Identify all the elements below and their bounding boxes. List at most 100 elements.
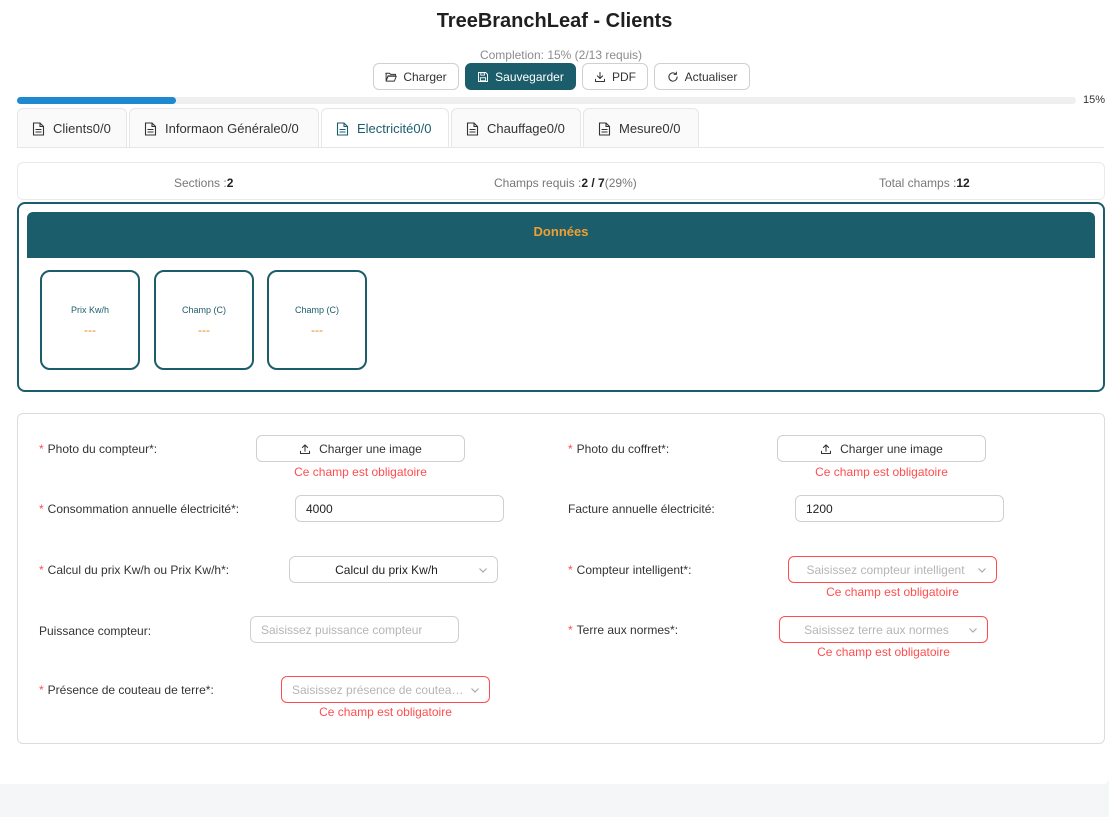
progress-percent: 15% (1083, 94, 1106, 106)
chevron-down-icon (969, 628, 977, 633)
required-mark: * (39, 442, 44, 456)
card-value: --- (311, 323, 323, 337)
stat-total: Total champs :12 (879, 176, 970, 190)
page-title: TreeBranchLeaf - Clients (436, 10, 673, 32)
tabs-divider (17, 147, 1104, 148)
save-button[interactable]: Sauvegarder (465, 63, 576, 90)
stat-sections-value: 2 (226, 176, 234, 190)
required-mark: * (568, 623, 573, 637)
couteau-error: Ce champ est obligatoire (319, 705, 452, 719)
form-section: * Photo du compteur*: Charger une image C… (17, 413, 1105, 744)
data-card-champ: Champ (C) --- (267, 270, 367, 370)
required-mark: * (568, 442, 573, 456)
compteur-intelligent-label-text: Compteur intelligent*: (576, 563, 692, 577)
chevron-down-icon (479, 568, 487, 573)
stat-sections-label: Sections : (174, 176, 227, 190)
chevron-down-icon (978, 568, 986, 573)
data-section: Données Prix Kw/h --- Champ (C) --- Cham… (17, 202, 1105, 392)
tab-label: Informaon Générale0/0 (165, 121, 299, 136)
required-mark: * (39, 502, 44, 516)
progress-fill (17, 97, 176, 104)
photo-coffret-label: * Photo du coffret*: (568, 442, 669, 456)
conso-input[interactable]: 4000 (295, 495, 504, 522)
terre-error: Ce champ est obligatoire (817, 645, 950, 659)
tab-bar: Clients0/0 Informaon Générale0/0 Electri… (17, 108, 699, 148)
tab-clients[interactable]: Clients0/0 (17, 108, 127, 148)
stat-required-percent: (29%) (604, 176, 637, 190)
compteur-intelligent-placeholder: Saisissez compteur intelligent (806, 562, 965, 577)
terre-label: * Terre aux normes*: (568, 623, 678, 637)
stat-required-value: 2 / 7 (581, 176, 605, 190)
card-label: Champ (C) (181, 305, 226, 315)
data-card-champ: Champ (C) --- (154, 270, 254, 370)
card-label: Prix Kw/h (70, 305, 109, 315)
upload-icon (821, 443, 832, 454)
conso-label: * Consommation annuelle électricité*: (39, 502, 239, 516)
facture-value: 1200 (806, 501, 833, 516)
couteau-placeholder: Saisissez présence de couteau de terre (292, 682, 465, 697)
photo-coffret-error: Ce champ est obligatoire (815, 465, 948, 479)
refresh-button-label: Actualiser (684, 69, 738, 84)
tab-mesure[interactable]: Mesure0/0 (583, 108, 699, 148)
pdf-button[interactable]: PDF (582, 63, 648, 90)
save-icon (478, 71, 489, 82)
file-icon (144, 121, 157, 136)
required-mark: * (39, 683, 44, 697)
compteur-intelligent-select[interactable]: Saisissez compteur intelligent (788, 556, 997, 583)
couteau-label-text: Présence de couteau de terre*: (47, 683, 214, 697)
data-card-prix: Prix Kw/h --- (40, 270, 140, 370)
couteau-label: * Présence de couteau de terre*: (39, 683, 214, 697)
stat-total-label: Total champs : (879, 176, 957, 190)
required-mark: * (39, 563, 44, 577)
photo-coffret-upload-button[interactable]: Charger une image (777, 435, 986, 462)
required-mark: * (568, 563, 573, 577)
terre-select[interactable]: Saisissez terre aux normes (779, 616, 988, 643)
upload-icon (300, 443, 311, 454)
file-icon (466, 121, 479, 136)
calcul-select[interactable]: Calcul du prix Kw/h (289, 556, 498, 583)
stat-sections: Sections :2 (174, 176, 233, 190)
page-container: TreeBranchLeaf - Clients Completion: 15%… (0, 0, 1109, 784)
tab-chauffage[interactable]: Chauffage0/0 (451, 108, 581, 148)
stat-total-value: 12 (956, 176, 970, 190)
load-button[interactable]: Charger (373, 63, 459, 90)
puissance-input[interactable]: Saisissez puissance compteur (250, 616, 459, 643)
conso-label-text: Consommation annuelle électricité*: (47, 502, 240, 516)
tab-label: Mesure0/0 (619, 121, 681, 136)
save-button-label: Sauvegarder (495, 69, 564, 84)
reload-icon (668, 71, 678, 82)
facture-input[interactable]: 1200 (795, 495, 1004, 522)
terre-label-text: Terre aux normes*: (576, 623, 679, 637)
tab-label: Clients0/0 (53, 121, 111, 136)
puissance-placeholder: Saisissez puissance compteur (261, 622, 423, 637)
tab-label: Chauffage0/0 (487, 121, 565, 136)
tab-electricite[interactable]: Electricité0/0 (321, 108, 449, 148)
photo-compteur-upload-button[interactable]: Charger une image (256, 435, 465, 462)
stat-required-label: Champs requis : (494, 176, 582, 190)
couteau-select[interactable]: Saisissez présence de couteau de terre (281, 676, 490, 703)
chevron-down-icon (471, 688, 479, 693)
data-section-title: Données (27, 212, 1095, 258)
card-label: Champ (C) (294, 305, 339, 315)
compteur-intelligent-label: * Compteur intelligent*: (568, 563, 691, 577)
photo-compteur-label: * Photo du compteur*: (39, 442, 157, 456)
completion-text: Completion: 15% (2/13 requis) (479, 48, 643, 62)
tab-information-generale[interactable]: Informaon Générale0/0 (129, 108, 319, 148)
stat-required: Champs requis :2 / 7(29%) (494, 176, 637, 190)
facture-label: Facture annuelle électricité: (568, 502, 715, 516)
load-button-label: Charger (403, 69, 447, 84)
refresh-button[interactable]: Actualiser (654, 63, 750, 90)
calcul-label: * Calcul du prix Kw/h ou Prix Kw/h*: (39, 563, 229, 577)
pdf-button-label: PDF (612, 69, 636, 84)
photo-compteur-label-text: Photo du compteur*: (47, 442, 158, 456)
photo-coffret-label-text: Photo du coffret*: (576, 442, 670, 456)
progress-bar (17, 97, 1076, 104)
conso-value: 4000 (306, 501, 333, 516)
card-value: --- (198, 323, 210, 337)
compteur-intelligent-error: Ce champ est obligatoire (826, 585, 959, 599)
download-icon (594, 71, 606, 82)
calcul-select-value: Calcul du prix Kw/h (335, 562, 438, 577)
folder-open-icon (385, 72, 398, 82)
file-icon (598, 121, 611, 136)
calcul-label-text: Calcul du prix Kw/h ou Prix Kw/h*: (47, 563, 230, 577)
